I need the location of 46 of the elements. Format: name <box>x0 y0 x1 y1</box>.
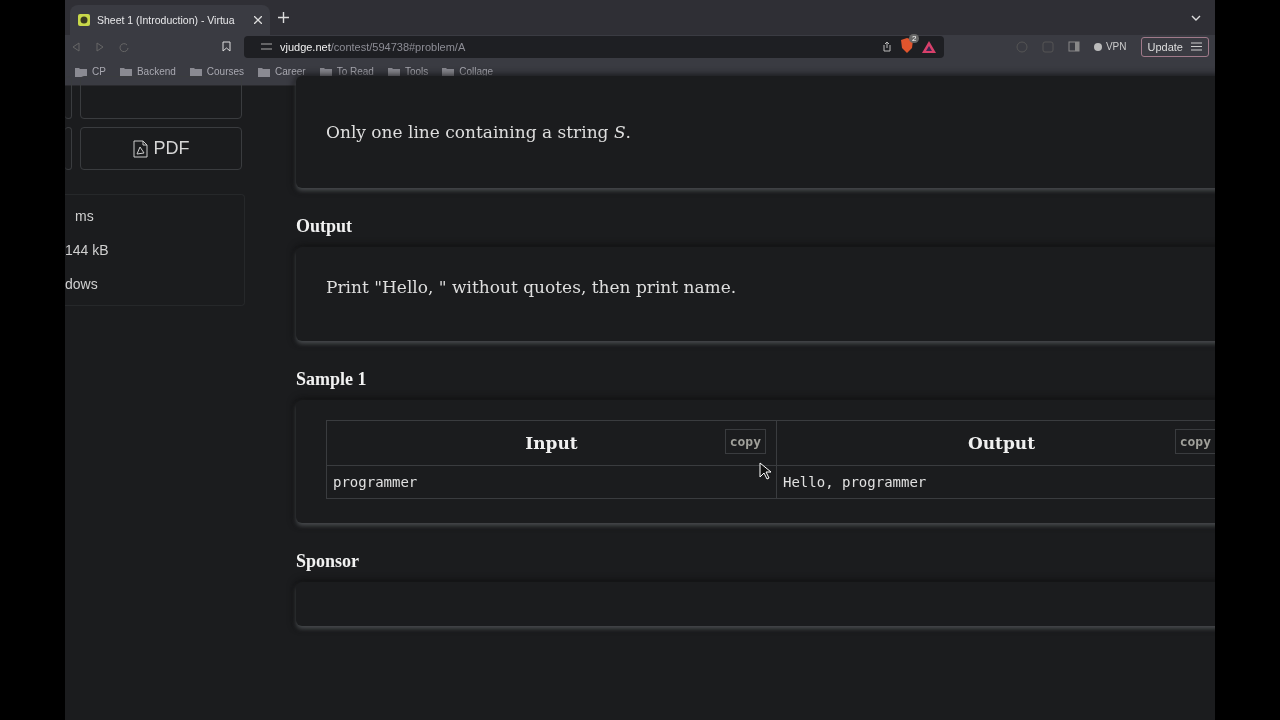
vpn-button[interactable]: VPN <box>1093 41 1127 52</box>
forward-icon[interactable] <box>95 41 105 52</box>
info-text: 144 kB <box>65 242 110 258</box>
back-icon[interactable] <box>71 41 81 52</box>
section-text: Print "Hello, " without quotes, then print name. <box>326 277 738 297</box>
bookmark-item[interactable]: Courses <box>189 66 245 77</box>
bookmark-item[interactable]: Tools <box>387 66 429 77</box>
section-text: Only one line containing a string S. <box>326 122 632 142</box>
mouse-cursor-icon <box>759 462 771 480</box>
share-icon[interactable] <box>881 41 892 52</box>
new-tab-icon[interactable] <box>278 12 289 23</box>
site-settings-icon[interactable] <box>260 42 272 51</box>
pdf-button[interactable]: PDF <box>80 127 242 170</box>
pdf-file-icon <box>132 139 148 158</box>
folder-icon <box>258 66 271 77</box>
close-icon[interactable] <box>254 16 262 24</box>
count-badge: 2 <box>908 34 920 43</box>
triangle-icon[interactable] <box>921 40 936 53</box>
copy-button[interactable]: copy <box>724 429 766 454</box>
bookmark-icon[interactable] <box>221 41 231 52</box>
vpn-off-icon <box>1093 42 1102 51</box>
table-header: Input copy <box>327 421 777 466</box>
update-button[interactable]: Update <box>1140 36 1209 57</box>
section-heading: Output <box>296 216 354 237</box>
bookmark-item[interactable]: To Read <box>319 66 374 77</box>
menu-icon <box>1191 42 1202 51</box>
browser-tab[interactable]: Sheet 1 (Introduction) - Virtua <box>70 5 270 35</box>
tab-title: Sheet 1 (Introduction) - Virtua <box>97 14 236 26</box>
folder-icon <box>189 66 202 77</box>
info-text: dows <box>65 276 99 292</box>
section-heading: Sponsor <box>296 551 361 572</box>
site-icon <box>78 14 90 26</box>
chevron-down-icon[interactable] <box>1191 14 1201 21</box>
section-heading: Sample 1 <box>296 369 368 390</box>
address-text[interactable]: vjudge.net/contest/594738#problem/A <box>279 40 466 53</box>
bookmark-item[interactable]: CP <box>75 66 106 77</box>
bookmark-item[interactable]: Collage <box>442 66 494 77</box>
bookmark-item[interactable]: Backend <box>119 66 176 77</box>
folder-icon <box>75 66 87 77</box>
bookmark-item[interactable]: Career <box>258 66 306 77</box>
folder-icon <box>119 66 132 77</box>
info-text: ms <box>74 208 95 224</box>
shield-icon[interactable] <box>899 38 914 53</box>
status-button[interactable] <box>80 76 242 119</box>
reload-icon[interactable] <box>119 41 129 52</box>
sidebar-icon[interactable] <box>1067 41 1080 52</box>
